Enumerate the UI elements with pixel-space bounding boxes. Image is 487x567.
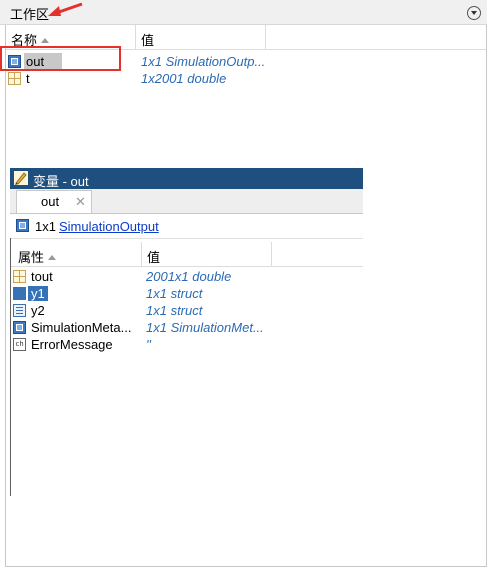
close-icon[interactable]: ✕ — [75, 194, 86, 210]
property-value: 2001x1 double — [146, 269, 232, 284]
panel-actions-icon[interactable] — [467, 6, 481, 20]
property-name: SimulationMeta... — [31, 320, 132, 335]
struct-icon — [13, 304, 26, 317]
tab-label: out — [41, 194, 60, 209]
property-value: '' — [146, 337, 151, 352]
property-value: 1x1 SimulationMet... — [146, 320, 264, 335]
tab-out[interactable]: out ✕ — [16, 190, 92, 213]
property-row-tout[interactable]: tout 2001x1 double — [10, 268, 363, 285]
annotation-arrow-icon — [48, 2, 83, 16]
variables-title: 变量 - out — [33, 174, 89, 189]
property-value: 1x1 struct — [146, 286, 203, 301]
variable-summary: 1x1 SimulationOutput — [10, 214, 363, 239]
variables-window: 变量 - out out ✕ 1x1 SimulationOutput 属性 值… — [10, 168, 363, 498]
property-row-y2[interactable]: y2 1x1 struct — [10, 302, 363, 319]
property-name: y2 — [31, 303, 45, 318]
summary-size: 1x1 — [35, 219, 56, 234]
column-header-property[interactable]: 属性 — [18, 247, 57, 266]
column-header-value[interactable]: 值 — [141, 30, 154, 49]
sort-ascending-icon — [41, 38, 50, 43]
property-row-simulation-metadata[interactable]: SimulationMeta... 1x1 SimulationMet... — [10, 319, 363, 336]
simulation-metadata-icon — [13, 321, 26, 334]
variable-editor-icon — [14, 171, 28, 185]
double-array-icon — [13, 270, 26, 283]
workspace-row-t[interactable]: t 1x2001 double — [6, 70, 486, 87]
property-name: ErrorMessage — [31, 337, 113, 352]
struct-icon — [13, 287, 26, 300]
char-icon: ch — [13, 338, 26, 351]
simulation-output-icon — [16, 219, 29, 232]
property-name: y1 — [28, 286, 48, 301]
variables-tabbar: out ✕ — [10, 189, 363, 214]
sort-ascending-icon — [48, 255, 57, 260]
variables-titlebar[interactable]: 变量 - out — [10, 168, 363, 189]
double-array-icon — [8, 72, 21, 85]
property-row-error-message[interactable]: ch ErrorMessage '' — [10, 336, 363, 353]
property-name: tout — [31, 269, 53, 284]
column-header-value[interactable]: 值 — [147, 247, 160, 266]
variable-value: 1x1 SimulationOutp... — [141, 54, 266, 69]
variable-name: t — [26, 71, 30, 86]
annotation-highlight-box — [0, 46, 121, 71]
window-edge — [10, 238, 11, 496]
property-value: 1x1 struct — [146, 303, 203, 318]
property-row-y1[interactable]: y1 1x1 struct — [10, 285, 363, 302]
class-link[interactable]: SimulationOutput — [59, 219, 159, 234]
variable-value: 1x2001 double — [141, 71, 227, 86]
variables-header-row: 属性 值 — [10, 242, 363, 267]
